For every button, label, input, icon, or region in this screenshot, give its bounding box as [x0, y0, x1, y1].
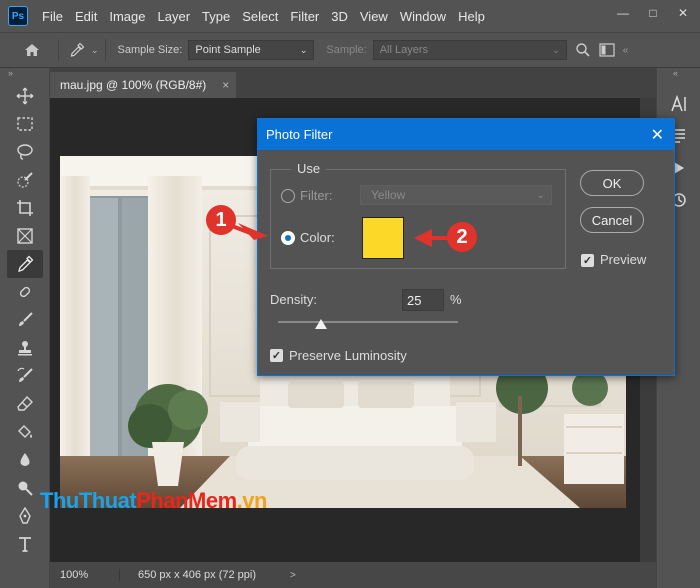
dialog-title-bar: Photo Filter ✕: [258, 119, 674, 150]
document-tab-bar: mau.jpg @ 100% (RGB/8#) ×: [50, 68, 656, 98]
options-bar: ⌄ Sample Size: Point Sample ⌄ Sample: Al…: [0, 32, 700, 68]
watermark-part: .vn: [236, 488, 268, 513]
status-menu-arrow[interactable]: >: [290, 570, 296, 581]
sample-select[interactable]: All Layers ⌄: [372, 40, 567, 60]
healing-brush-icon[interactable]: [7, 278, 43, 306]
status-bar: 100% 650 px x 406 px (72 ppi) >: [50, 562, 656, 588]
cancel-label: Cancel: [591, 212, 633, 228]
sample-label: Sample:: [326, 44, 367, 56]
watermark-part: Mem: [188, 488, 237, 513]
menu-view[interactable]: View: [354, 9, 394, 24]
sample-size-label: Sample Size:: [117, 44, 183, 56]
color-swatch[interactable]: [362, 217, 404, 259]
menu-window[interactable]: Window: [394, 9, 452, 24]
menu-type[interactable]: Type: [196, 9, 236, 24]
watermark-part: Thuat: [78, 488, 137, 513]
dialog-title: Photo Filter: [266, 127, 333, 142]
frame-icon[interactable]: [7, 222, 43, 250]
menu-select[interactable]: Select: [236, 9, 284, 24]
ok-label: OK: [602, 175, 622, 191]
divider: [58, 39, 59, 61]
home-icon[interactable]: [20, 38, 44, 62]
filter-select[interactable]: Yellow ⌄: [360, 185, 552, 205]
chevron-down-icon: ⌄: [552, 44, 560, 55]
preserve-luminosity-label: Preserve Luminosity: [289, 348, 407, 363]
color-label: Color:: [300, 230, 335, 245]
menu-file[interactable]: File: [36, 9, 69, 24]
lasso-icon[interactable]: [7, 138, 43, 166]
menu-3d[interactable]: 3D: [325, 9, 354, 24]
type-icon[interactable]: [7, 530, 43, 558]
menu-filter[interactable]: Filter: [284, 9, 325, 24]
photoshop-logo: Ps: [8, 6, 28, 26]
density-slider-track[interactable]: [278, 321, 458, 323]
density-input[interactable]: 25: [402, 289, 444, 311]
menu-edit[interactable]: Edit: [69, 9, 103, 24]
close-window-button[interactable]: ✕: [672, 4, 694, 22]
menu-layer[interactable]: Layer: [152, 9, 197, 24]
workspace-icon[interactable]: [595, 38, 619, 62]
density-unit: %: [450, 292, 462, 307]
move-icon[interactable]: [7, 82, 43, 110]
close-icon[interactable]: ✕: [651, 125, 664, 145]
ok-button[interactable]: OK: [580, 170, 644, 196]
watermark: ThuThuatPhanMem.vn: [40, 488, 267, 514]
eyedropper-tool-icon[interactable]: [7, 250, 43, 278]
menu-image[interactable]: Image: [103, 9, 151, 24]
collapse-icon[interactable]: «: [657, 68, 700, 82]
density-slider-thumb[interactable]: [315, 319, 327, 329]
color-radio[interactable]: [281, 231, 295, 245]
collapse-icon[interactable]: »: [0, 68, 49, 82]
chevron-down-icon[interactable]: ⌄: [91, 45, 99, 56]
stamp-icon[interactable]: [7, 334, 43, 362]
crop-icon[interactable]: [7, 194, 43, 222]
callout-marker-2: 2: [447, 222, 477, 252]
pen-icon[interactable]: [7, 502, 43, 530]
dodge-icon[interactable]: [7, 474, 43, 502]
filter-label: Filter:: [300, 188, 333, 203]
document-tab-title: mau.jpg @ 100% (RGB/8#): [60, 78, 207, 92]
blur-icon[interactable]: [7, 446, 43, 474]
chevron-down-icon: ⌄: [536, 189, 545, 201]
watermark-part: Phan: [136, 488, 189, 513]
zoom-level[interactable]: 100%: [50, 569, 120, 581]
chevron-down-icon: ⌄: [299, 44, 308, 55]
minimize-button[interactable]: —: [612, 4, 634, 22]
use-group: Use: [270, 161, 566, 269]
close-tab-icon[interactable]: ×: [222, 78, 229, 92]
document-dimensions: 650 px x 406 px (72 ppi): [138, 569, 257, 581]
divider: [104, 39, 106, 61]
sample-value: All Layers: [379, 44, 429, 56]
sample-size-value: Point Sample: [195, 44, 261, 56]
preview-checkbox[interactable]: ✓: [581, 254, 594, 267]
search-icon[interactable]: [571, 38, 595, 62]
density-label: Density:: [270, 292, 317, 307]
density-value: 25: [407, 292, 422, 308]
panel-arrow-icon[interactable]: «: [623, 45, 629, 56]
brush-icon[interactable]: [7, 306, 43, 334]
character-panel-icon[interactable]: [663, 90, 695, 118]
document-tab[interactable]: mau.jpg @ 100% (RGB/8#) ×: [50, 72, 236, 98]
menu-bar: Ps File Edit Image Layer Type Select Fil…: [0, 0, 700, 32]
sample-size-select[interactable]: Point Sample ⌄: [188, 40, 315, 60]
history-brush-icon[interactable]: [7, 362, 43, 390]
watermark-part: Thu: [40, 488, 79, 513]
eyedropper-icon[interactable]: [65, 38, 89, 62]
menu-help[interactable]: Help: [452, 9, 491, 24]
filter-value: Yellow: [371, 188, 406, 202]
paint-bucket-icon[interactable]: [7, 418, 43, 446]
eraser-icon[interactable]: [7, 390, 43, 418]
callout-marker-1: 1: [206, 205, 236, 235]
use-group-label: Use: [291, 161, 327, 176]
cancel-button[interactable]: Cancel: [580, 207, 644, 233]
filter-radio[interactable]: [281, 189, 295, 203]
preview-label: Preview: [600, 252, 647, 267]
preserve-luminosity-checkbox[interactable]: ✓: [270, 349, 283, 362]
quick-select-icon[interactable]: [7, 166, 43, 194]
marquee-icon[interactable]: [7, 110, 43, 138]
window-controls: — □ ✕: [612, 4, 694, 22]
maximize-button[interactable]: □: [642, 4, 664, 22]
